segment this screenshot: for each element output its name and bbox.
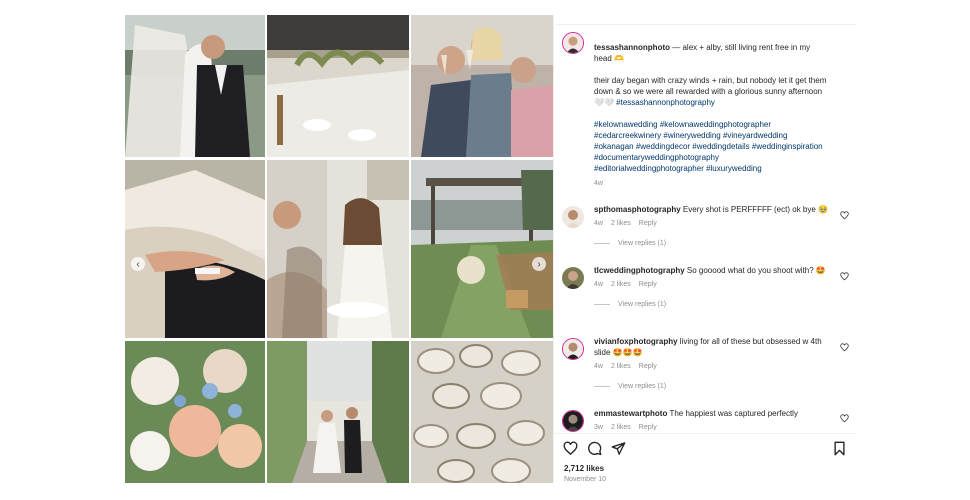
comment-text: Every shot is PERFFFFF (ect) ok bye 🥹 — [680, 205, 828, 214]
photo-bride-laughing — [267, 160, 409, 338]
chevron-left-icon[interactable]: ‹ — [131, 257, 145, 271]
photo-reception-tables — [267, 15, 409, 157]
comment-age: 4w — [594, 220, 603, 227]
comments-scroll-area[interactable]: tessashannonphoto — alex + alby, still l… — [554, 25, 857, 433]
reply-button[interactable]: Reply — [639, 363, 657, 370]
instagram-post: ‹ › tessashannonphoto — alex + alby, sti… — [125, 15, 857, 483]
photo-couple-veil — [125, 15, 265, 157]
comment-likes[interactable]: 2 likes — [611, 363, 631, 370]
heart-icon[interactable] — [840, 343, 849, 352]
comment-likes[interactable]: 2 likes — [611, 281, 631, 288]
photo-oysters — [411, 341, 553, 483]
comment-likes[interactable]: 2 likes — [611, 220, 631, 227]
comment-age: 4w — [594, 363, 603, 370]
commenter-avatar[interactable] — [562, 267, 584, 289]
photo-bouquet-flowers — [125, 341, 265, 483]
comment-item: tlcweddingphotography So gooood what do … — [594, 265, 834, 308]
likes-count[interactable]: 2,712 likes — [564, 464, 604, 473]
comment-age: 3w — [594, 424, 603, 431]
heart-icon[interactable] — [840, 272, 849, 281]
commenter-avatar[interactable] — [562, 206, 584, 228]
view-replies-button[interactable]: View replies (1) — [618, 383, 666, 390]
comment-item: emmastewartphoto The happiest was captur… — [594, 408, 834, 432]
reply-button[interactable]: Reply — [639, 220, 657, 227]
like-heart-icon[interactable] — [563, 441, 578, 456]
comment-text: The happiest was captured perfectly — [667, 409, 798, 418]
heart-icon[interactable] — [840, 414, 849, 423]
chevron-right-icon[interactable]: › — [532, 257, 546, 271]
caption-tag-link[interactable]: #tessashannonphotography — [616, 98, 715, 107]
reply-button[interactable]: Reply — [639, 424, 657, 431]
post-action-bar: 2,712 likes November 10 — [554, 433, 857, 483]
view-replies-button[interactable]: View replies (1) — [618, 240, 666, 247]
commenter-avatar[interactable] — [562, 410, 584, 432]
commenter-avatar[interactable] — [562, 338, 584, 360]
caption-age: 4w — [594, 180, 603, 187]
author-avatar[interactable] — [562, 32, 584, 54]
comment-age: 4w — [594, 281, 603, 288]
post-caption: tessashannonphoto — alex + alby, still l… — [594, 42, 829, 188]
comment-text: So gooood what do you shoot with? 🤩 — [684, 266, 826, 275]
bookmark-icon[interactable] — [832, 441, 847, 456]
comment-item: vivianfoxphotography living for all of t… — [594, 336, 834, 390]
photo-ceremony-aisle — [411, 160, 553, 338]
post-date: November 10 — [564, 476, 607, 483]
post-media-carousel[interactable]: ‹ › — [125, 15, 553, 483]
author-username[interactable]: tessashannonphoto — [594, 43, 670, 52]
caption-hashtags[interactable]: #kelownawedding #kelownaweddingphotograp… — [594, 119, 829, 174]
post-side-panel: tessashannonphoto — alex + alby, still l… — [553, 15, 857, 483]
photo-couple-walking — [267, 341, 409, 483]
comment-likes[interactable]: 2 likes — [611, 424, 631, 431]
share-icon[interactable] — [611, 441, 626, 456]
photo-toast-guests — [411, 15, 553, 157]
view-replies-button[interactable]: View replies (1) — [618, 301, 666, 308]
commenter-username[interactable]: vivianfoxphotography — [594, 337, 678, 346]
commenter-username[interactable]: emmastewartphoto — [594, 409, 667, 418]
comment-icon[interactable] — [587, 441, 602, 456]
commenter-username[interactable]: spthomasphotography — [594, 205, 681, 214]
photo-hands-detail — [125, 160, 265, 338]
comment-item: spthomasphotography Every shot is PERFFF… — [594, 204, 834, 247]
reply-button[interactable]: Reply — [639, 281, 657, 288]
heart-icon[interactable] — [840, 211, 849, 220]
photo-grid — [125, 15, 553, 483]
commenter-username[interactable]: tlcweddingphotography — [594, 266, 685, 275]
